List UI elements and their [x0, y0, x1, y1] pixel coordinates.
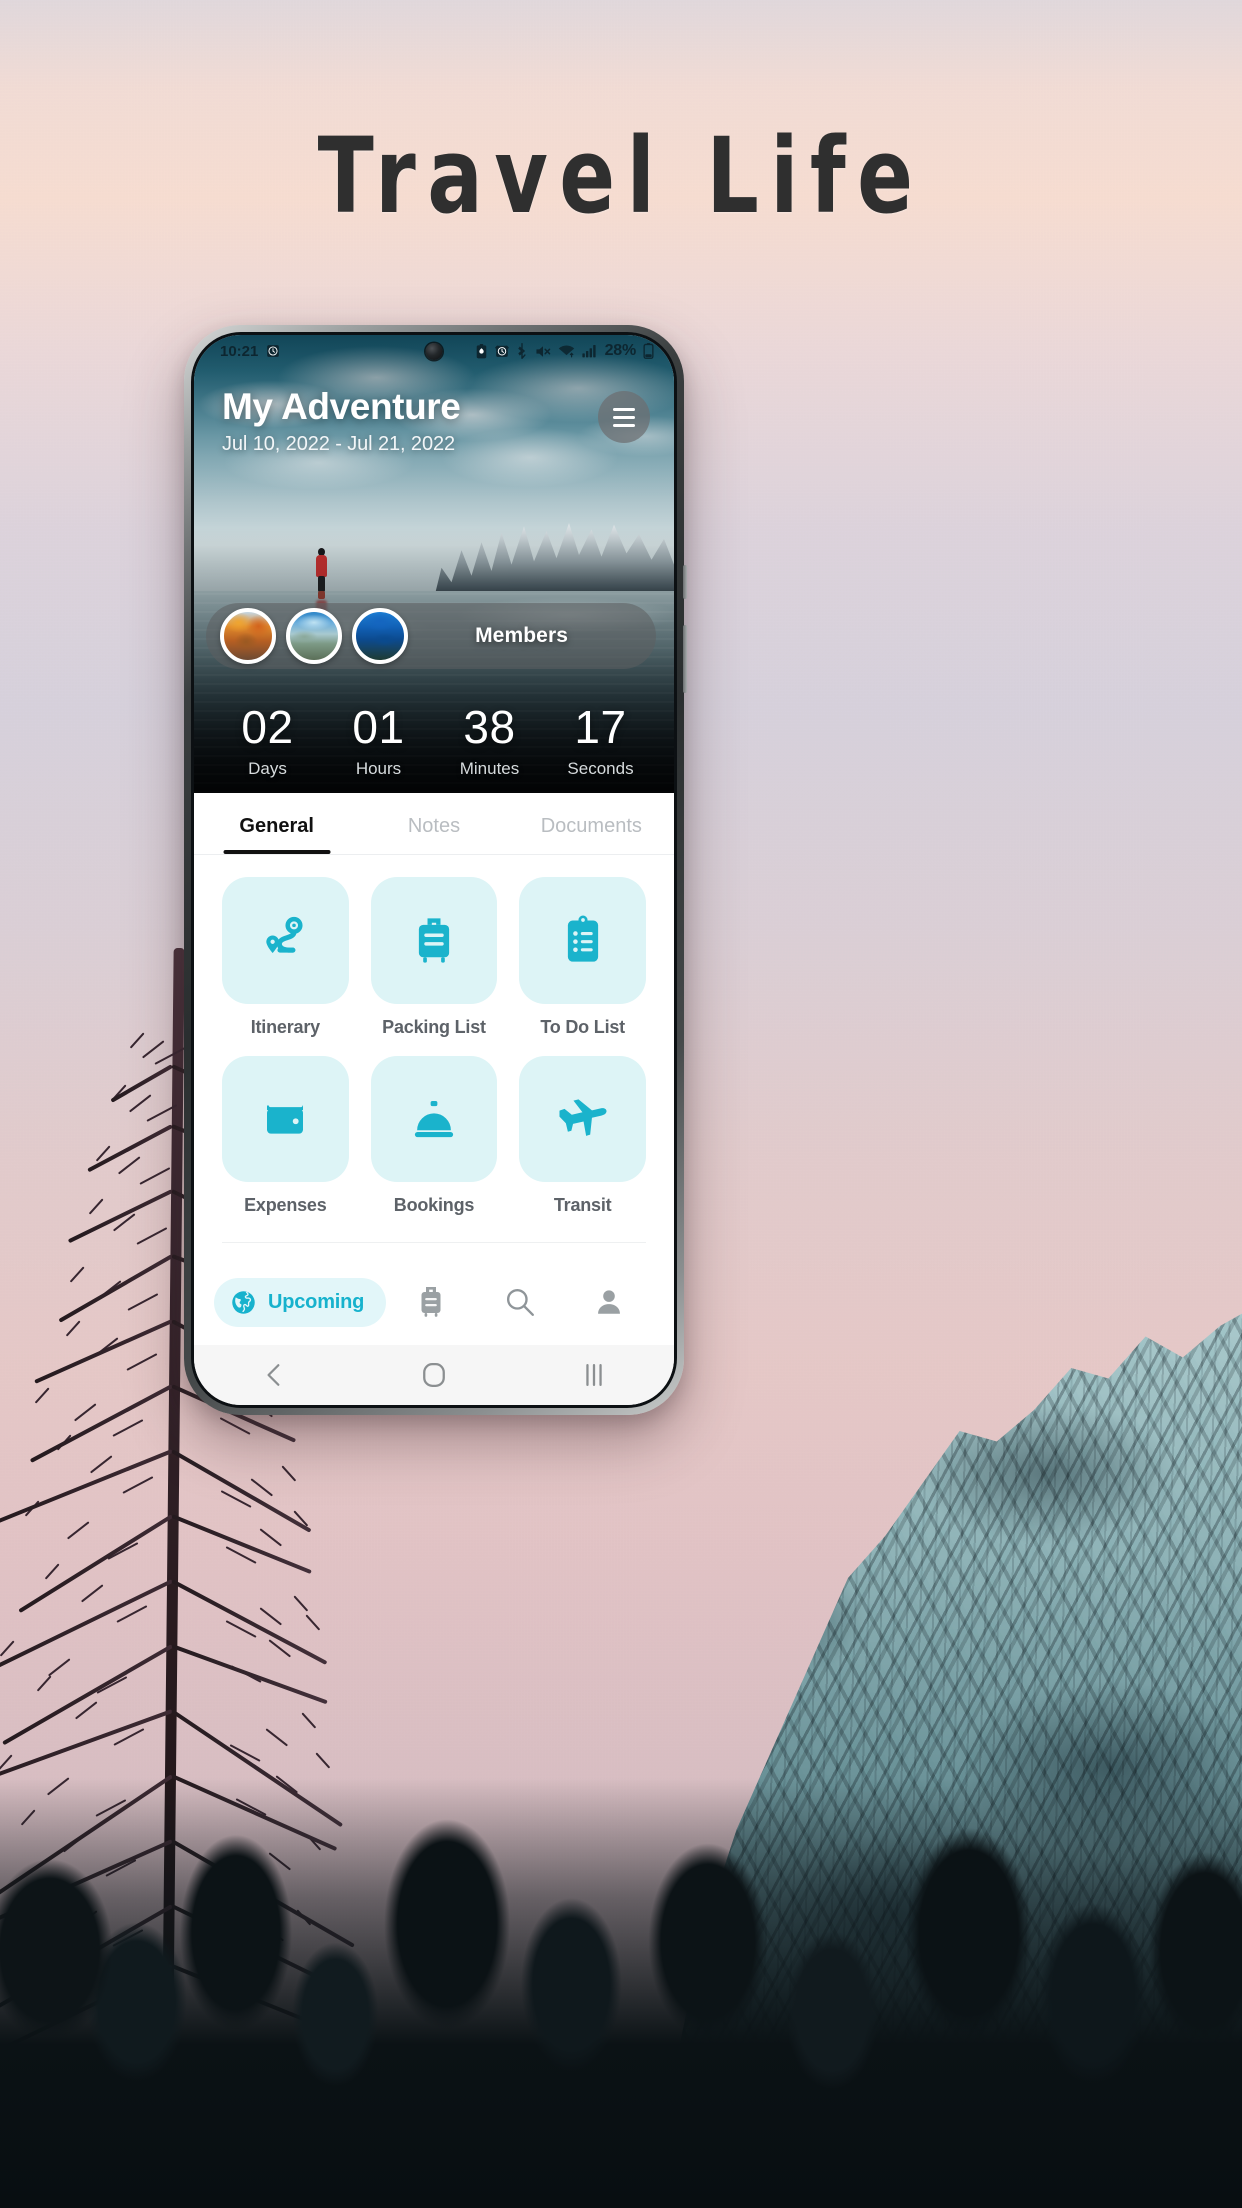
luggage-icon — [416, 1285, 446, 1319]
tab-documents[interactable]: Documents — [513, 793, 670, 854]
feature-grid: Itinerary Packing List To Do List Expens… — [222, 877, 646, 1216]
phone-screen: 10:21 28% My Adventure Jul 10, 2022 - Ju… — [194, 335, 674, 1405]
back-icon — [263, 1362, 285, 1388]
cellular-signal-icon — [581, 344, 598, 358]
avatar[interactable] — [352, 608, 408, 664]
forest-silhouette — [0, 1778, 1242, 2208]
nav-item-label: Upcoming — [268, 1290, 365, 1313]
countdown-cell-minutes: 38 Minutes — [434, 704, 545, 779]
service-bell-icon — [370, 1055, 498, 1183]
home-icon — [422, 1362, 446, 1388]
hamburger-menu-icon — [613, 407, 635, 427]
alarm-icon — [494, 344, 509, 358]
tab-general[interactable]: General — [198, 793, 355, 854]
nav-item-profile[interactable] — [565, 1287, 654, 1317]
countdown-value: 02 — [241, 701, 294, 753]
grid-item-label: Packing List — [382, 1016, 486, 1037]
bluetooth-icon — [516, 343, 528, 359]
alarm-clock-icon — [266, 344, 280, 358]
search-icon — [504, 1286, 536, 1318]
content-divider — [222, 1242, 646, 1244]
recents-icon — [583, 1363, 605, 1387]
nav-item-upcoming[interactable]: Upcoming — [214, 1277, 387, 1327]
route-icon — [222, 877, 349, 1004]
grid-item-label: Expenses — [244, 1195, 327, 1216]
countdown-timer: 02 Days 01 Hours 38 Minutes 17 Seconds — [194, 704, 674, 779]
battery-percent: 28% — [604, 342, 637, 359]
wallet-icon — [222, 1055, 349, 1183]
nav-item-search[interactable] — [475, 1286, 564, 1318]
back-button[interactable] — [194, 1362, 354, 1388]
grid-item-transit[interactable]: Transit — [519, 1055, 646, 1217]
grid-item-label: To Do List — [540, 1016, 625, 1037]
grid-item-label: Itinerary — [250, 1016, 320, 1037]
phone-mockup: 10:21 28% My Adventure Jul 10, 2022 - Ju… — [184, 325, 687, 1415]
countdown-cell-seconds: 17 Seconds — [545, 704, 656, 779]
countdown-value: 17 — [574, 701, 627, 753]
grid-item-bookings[interactable]: Bookings — [370, 1055, 498, 1217]
battery-saver-icon — [475, 343, 488, 359]
camera-punch-hole — [425, 343, 443, 360]
countdown-label: Seconds — [567, 759, 634, 778]
trip-dates: Jul 10, 2022 - Jul 21, 2022 — [222, 432, 456, 455]
countdown-label: Days — [248, 759, 287, 778]
wifi-icon — [558, 344, 575, 358]
clipboard-list-icon — [519, 877, 646, 1004]
status-time: 10:21 — [220, 342, 259, 360]
profile-icon — [594, 1287, 624, 1317]
trip-title: My Adventure — [222, 386, 461, 427]
members-label: Members — [475, 624, 568, 647]
countdown-label: Hours — [355, 759, 402, 778]
hamburger-menu-button[interactable] — [598, 391, 650, 443]
grid-item-label: Transit — [553, 1195, 612, 1216]
hero-section: 10:21 28% My Adventure Jul 10, 2022 - Ju… — [194, 335, 674, 793]
airplane-icon — [519, 1055, 646, 1183]
avatar[interactable] — [220, 608, 276, 664]
home-button[interactable] — [354, 1362, 514, 1388]
members-row[interactable]: Members — [206, 603, 674, 669]
content-area: Itinerary Packing List To Do List Expens… — [194, 855, 674, 1259]
page-title: Travel Life — [317, 115, 925, 237]
countdown-cell-hours: 01 Hours — [323, 704, 434, 779]
recents-button[interactable] — [514, 1363, 674, 1387]
avatar[interactable] — [286, 608, 342, 664]
trip-header: My Adventure Jul 10, 2022 - Jul 21, 2022 — [194, 367, 674, 456]
tab-bar: General Notes Documents — [194, 793, 674, 855]
suitcase-icon — [370, 877, 498, 1004]
countdown-value: 38 — [463, 701, 516, 753]
grid-item-expenses[interactable]: Expenses — [222, 1055, 349, 1217]
grid-item-to-do-list[interactable]: To Do List — [519, 877, 646, 1038]
countdown-value: 01 — [352, 701, 405, 753]
grid-item-packing-list[interactable]: Packing List — [370, 877, 498, 1038]
grid-item-label: Bookings — [393, 1195, 475, 1216]
countdown-cell-days: 02 Days — [212, 704, 323, 779]
countdown-label: Minutes — [459, 759, 520, 778]
android-navigation-bar — [194, 1345, 674, 1405]
bottom-navigation: Upcoming — [194, 1259, 674, 1345]
nav-item-luggage[interactable] — [386, 1285, 475, 1319]
grid-item-itinerary[interactable]: Itinerary — [222, 877, 349, 1038]
battery-icon — [643, 343, 654, 359]
globe-icon — [230, 1289, 257, 1316]
mute-icon — [535, 344, 551, 359]
tab-notes[interactable]: Notes — [355, 793, 512, 854]
